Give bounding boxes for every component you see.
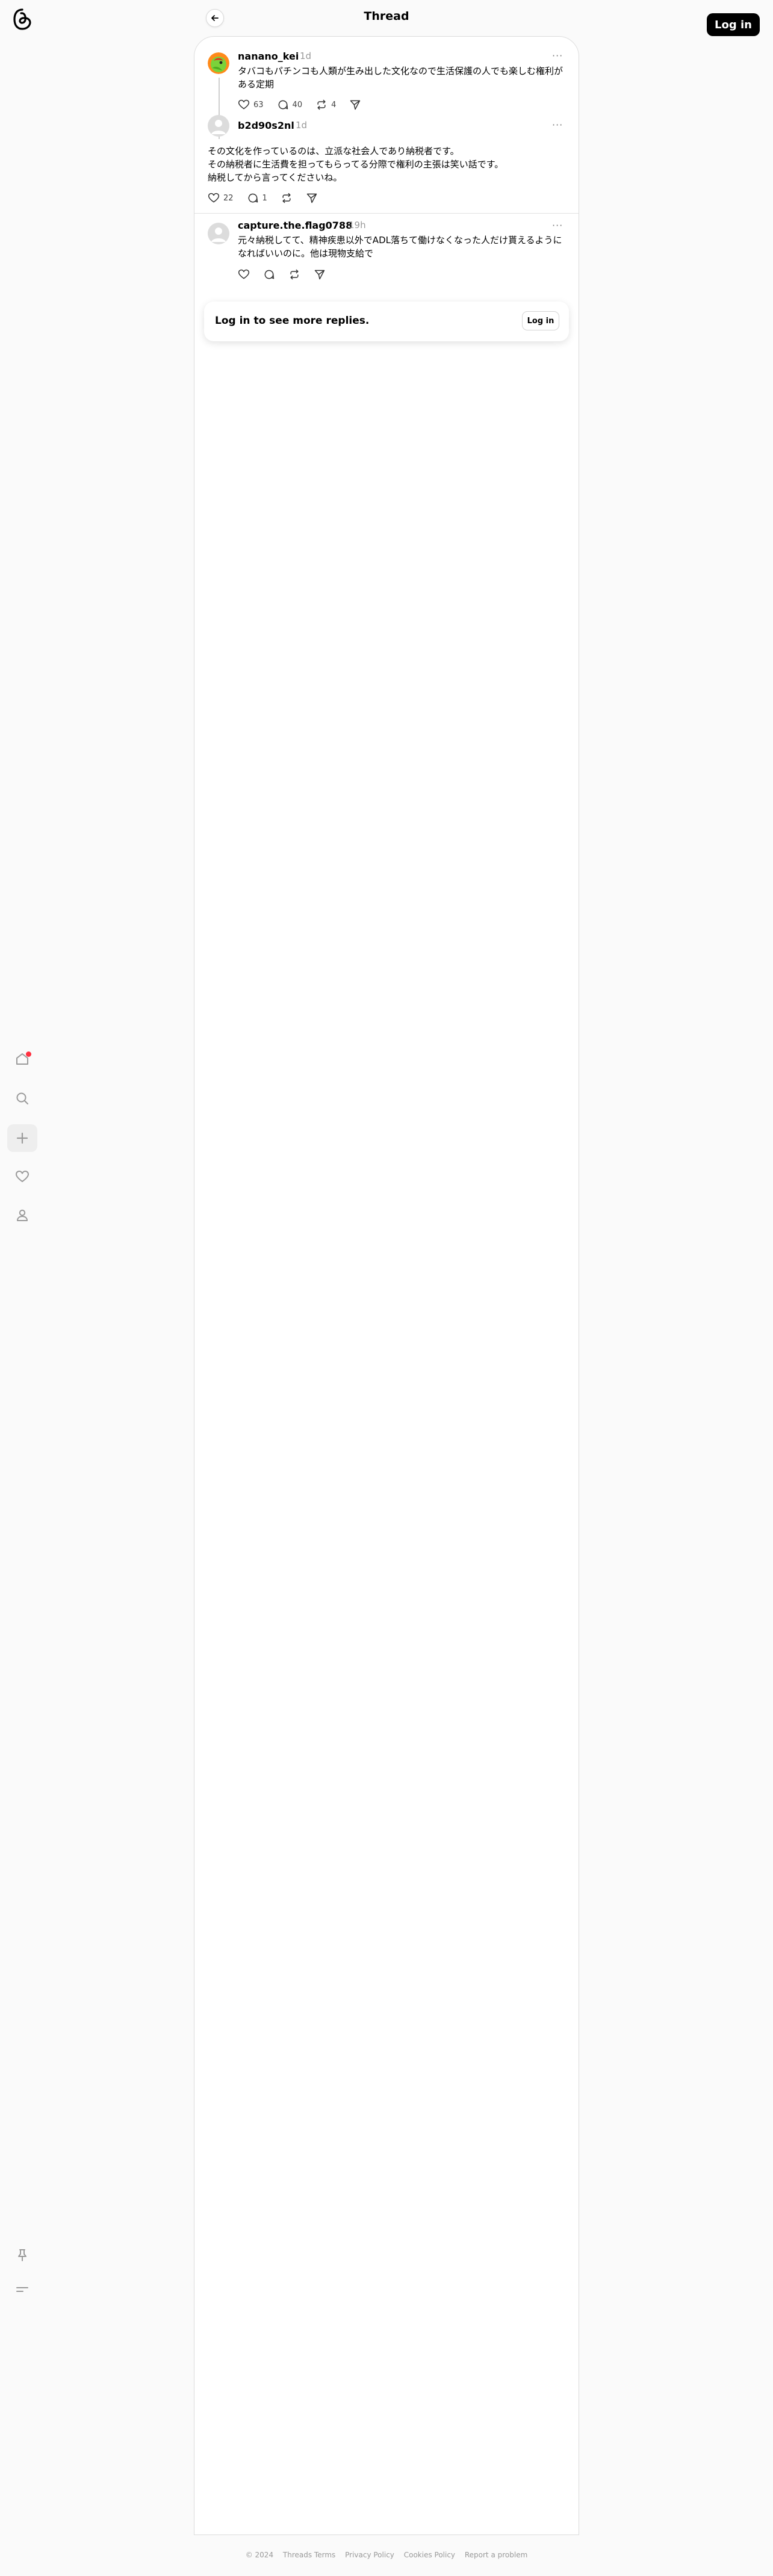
- sidebar-item-activity[interactable]: [7, 1163, 37, 1190]
- login-prompt-button[interactable]: Log in: [522, 311, 559, 330]
- post-text-line: タバコもパチンコも人類が生み出した文化なので生活保護の人でも楽しむ権利が: [238, 66, 563, 76]
- timestamp[interactable]: 19h: [349, 220, 366, 231]
- share-button[interactable]: [314, 268, 326, 280]
- like-count: 63: [253, 100, 264, 110]
- username[interactable]: capture.the.flag0788: [238, 220, 352, 231]
- sidebar-item-profile[interactable]: [7, 1201, 37, 1229]
- post-actions: 63 40 4: [238, 98, 374, 112]
- sidebar-item-create[interactable]: [7, 1124, 37, 1152]
- share-button[interactable]: [349, 99, 361, 111]
- send-icon: [350, 100, 361, 110]
- sidebar-item-home[interactable]: [7, 1045, 37, 1073]
- more-icon[interactable]: ···: [552, 119, 563, 131]
- thread-card: nanano_kei 1d ··· タバコもパチンコも人類が生み出した文化なので…: [194, 36, 579, 2535]
- reply-button[interactable]: [263, 268, 275, 280]
- like-button[interactable]: [238, 268, 250, 280]
- search-icon: [16, 1092, 28, 1104]
- heart-icon: [208, 193, 220, 203]
- divider: [194, 213, 579, 214]
- footer: © 2024 Threads Terms Privacy Policy Cook…: [0, 2551, 773, 2559]
- heart-icon: [16, 1171, 29, 1182]
- avatar[interactable]: [208, 115, 229, 137]
- post-text: タバコもパチンコも人類が生み出した文化なので生活保護の人でも楽しむ権利が ある定…: [238, 64, 563, 91]
- username[interactable]: b2d90s2nl: [238, 120, 294, 131]
- like-button[interactable]: 22: [208, 192, 234, 204]
- send-icon: [314, 270, 325, 280]
- footer-terms-link[interactable]: Threads Terms: [283, 2551, 335, 2559]
- footer-cookies-link[interactable]: Cookies Policy: [404, 2551, 455, 2559]
- notification-dot: [26, 1051, 31, 1057]
- comment-icon: [248, 193, 258, 203]
- repost-count: 4: [331, 100, 337, 110]
- post-text-line: 納税してから言ってくださいね。: [208, 172, 343, 183]
- repost-icon: [282, 193, 291, 203]
- post-text-line: 元々納税してて、精神疾患以外でADL落ちて働けなくなった人だけ貰えるように: [238, 235, 562, 246]
- pin-icon: [18, 2249, 26, 2261]
- like-count: 22: [223, 193, 234, 203]
- username[interactable]: nanano_kei: [238, 51, 299, 62]
- post-text-line: その納税者に生活費を担ってもらってる分際で権利の主張は笑い話です。: [208, 159, 504, 170]
- repost-button[interactable]: 4: [315, 99, 336, 111]
- footer-privacy-link[interactable]: Privacy Policy: [345, 2551, 394, 2559]
- share-button[interactable]: [306, 192, 318, 204]
- repost-button[interactable]: [281, 192, 293, 204]
- reply-count: 40: [292, 100, 303, 110]
- like-button[interactable]: 63: [238, 99, 264, 111]
- profile-icon: [17, 1209, 28, 1221]
- parrot-avatar-icon: [208, 52, 229, 74]
- comment-icon: [264, 270, 275, 279]
- repost-button[interactable]: [288, 268, 300, 280]
- page-title: Thread: [364, 10, 409, 23]
- timestamp[interactable]: 1d: [296, 120, 307, 131]
- post-text-line: なればいいのに。他は現物支給で: [238, 248, 374, 259]
- more-icon[interactable]: ···: [552, 50, 563, 61]
- post-actions: 22 1: [208, 191, 331, 205]
- repost-icon: [290, 269, 299, 280]
- login-prompt: Log in to see more replies. Log in: [204, 302, 569, 341]
- repost-icon: [317, 99, 326, 110]
- post-text-line: その文化を作っているのは、立派な社会人であり納税者です。: [208, 146, 459, 156]
- menu-icon: [16, 2287, 28, 2292]
- comment-icon: [278, 100, 288, 110]
- more-icon[interactable]: ···: [552, 220, 563, 231]
- avatar[interactable]: [208, 223, 229, 244]
- login-button[interactable]: Log in: [707, 13, 760, 36]
- post-text: 元々納税してて、精神疾患以外でADL落ちて働けなくなった人だけ貰えるように なれ…: [238, 234, 569, 260]
- sidebar-item-menu[interactable]: [7, 2276, 37, 2303]
- avatar[interactable]: [208, 52, 229, 74]
- footer-report-link[interactable]: Report a problem: [465, 2551, 527, 2559]
- post-actions: [238, 267, 339, 282]
- sidebar-item-pin[interactable]: [7, 2241, 37, 2269]
- default-avatar-icon: [211, 120, 226, 134]
- create-icon: [16, 1132, 28, 1144]
- footer-copyright: © 2024: [245, 2551, 274, 2559]
- sidebar-item-search[interactable]: [7, 1085, 37, 1112]
- heart-icon: [238, 99, 250, 110]
- reply-button[interactable]: 40: [277, 99, 303, 111]
- reply-button[interactable]: 1: [247, 192, 267, 204]
- login-prompt-text: Log in to see more replies.: [215, 315, 370, 327]
- default-avatar-icon: [211, 228, 226, 242]
- heart-icon: [238, 269, 250, 279]
- timestamp[interactable]: 1d: [300, 51, 311, 61]
- reply-count: 1: [262, 193, 267, 203]
- post-text: その文化を作っているのは、立派な社会人であり納税者です。 その納税者に生活費を担…: [208, 144, 569, 184]
- post-text-line: ある定期: [238, 79, 275, 90]
- send-icon: [306, 193, 317, 203]
